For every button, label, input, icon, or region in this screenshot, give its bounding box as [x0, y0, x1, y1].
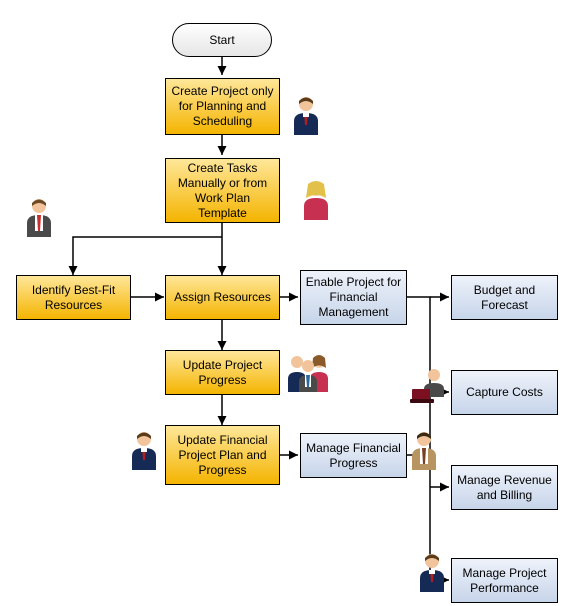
node-label: Manage Financial Progress	[305, 441, 402, 471]
node-create-project: Create Project only for Planning and Sch…	[165, 78, 280, 135]
node-label: Manage Project Performance	[456, 566, 553, 596]
actor-icon	[408, 430, 440, 470]
node-label: Update Financial Project Plan and Progre…	[170, 433, 275, 478]
actor-icon	[128, 430, 160, 470]
actor-icon	[410, 367, 450, 407]
actor-icon	[23, 197, 55, 237]
node-label: Capture Costs	[466, 385, 543, 400]
node-budget-forecast: Budget and Forecast	[451, 275, 558, 320]
actor-icon	[416, 552, 448, 592]
node-label: Assign Resources	[174, 290, 271, 305]
node-manage-revenue: Manage Revenue and Billing	[451, 465, 558, 510]
node-enable-financial: Enable Project for Financial Management	[300, 270, 407, 325]
start-node: Start	[172, 23, 272, 57]
node-label: Create Project only for Planning and Sch…	[170, 84, 275, 129]
node-label: Identify Best-Fit Resources	[21, 283, 126, 313]
node-identify-resources: Identify Best-Fit Resources	[16, 275, 131, 320]
node-label: Budget and Forecast	[456, 283, 553, 313]
node-update-financial-plan: Update Financial Project Plan and Progre…	[165, 425, 280, 485]
node-label: Update Project Progress	[170, 358, 275, 388]
node-label: Create Tasks Manually or from Work Plan …	[170, 161, 275, 221]
node-update-progress: Update Project Progress	[165, 350, 280, 395]
start-label: Start	[209, 33, 234, 48]
actor-icon	[290, 95, 322, 135]
node-label: Enable Project for Financial Management	[305, 275, 402, 320]
node-capture-costs: Capture Costs	[451, 370, 558, 415]
node-label: Manage Revenue and Billing	[456, 473, 553, 503]
node-create-tasks: Create Tasks Manually or from Work Plan …	[165, 158, 280, 223]
actor-icon	[286, 352, 330, 392]
actor-icon	[300, 180, 332, 220]
node-manage-financial-progress: Manage Financial Progress	[300, 433, 407, 478]
node-manage-performance: Manage Project Performance	[451, 558, 558, 603]
node-assign-resources: Assign Resources	[165, 275, 280, 320]
flowchart-canvas: Start Create Project only for Planning a…	[0, 0, 565, 606]
